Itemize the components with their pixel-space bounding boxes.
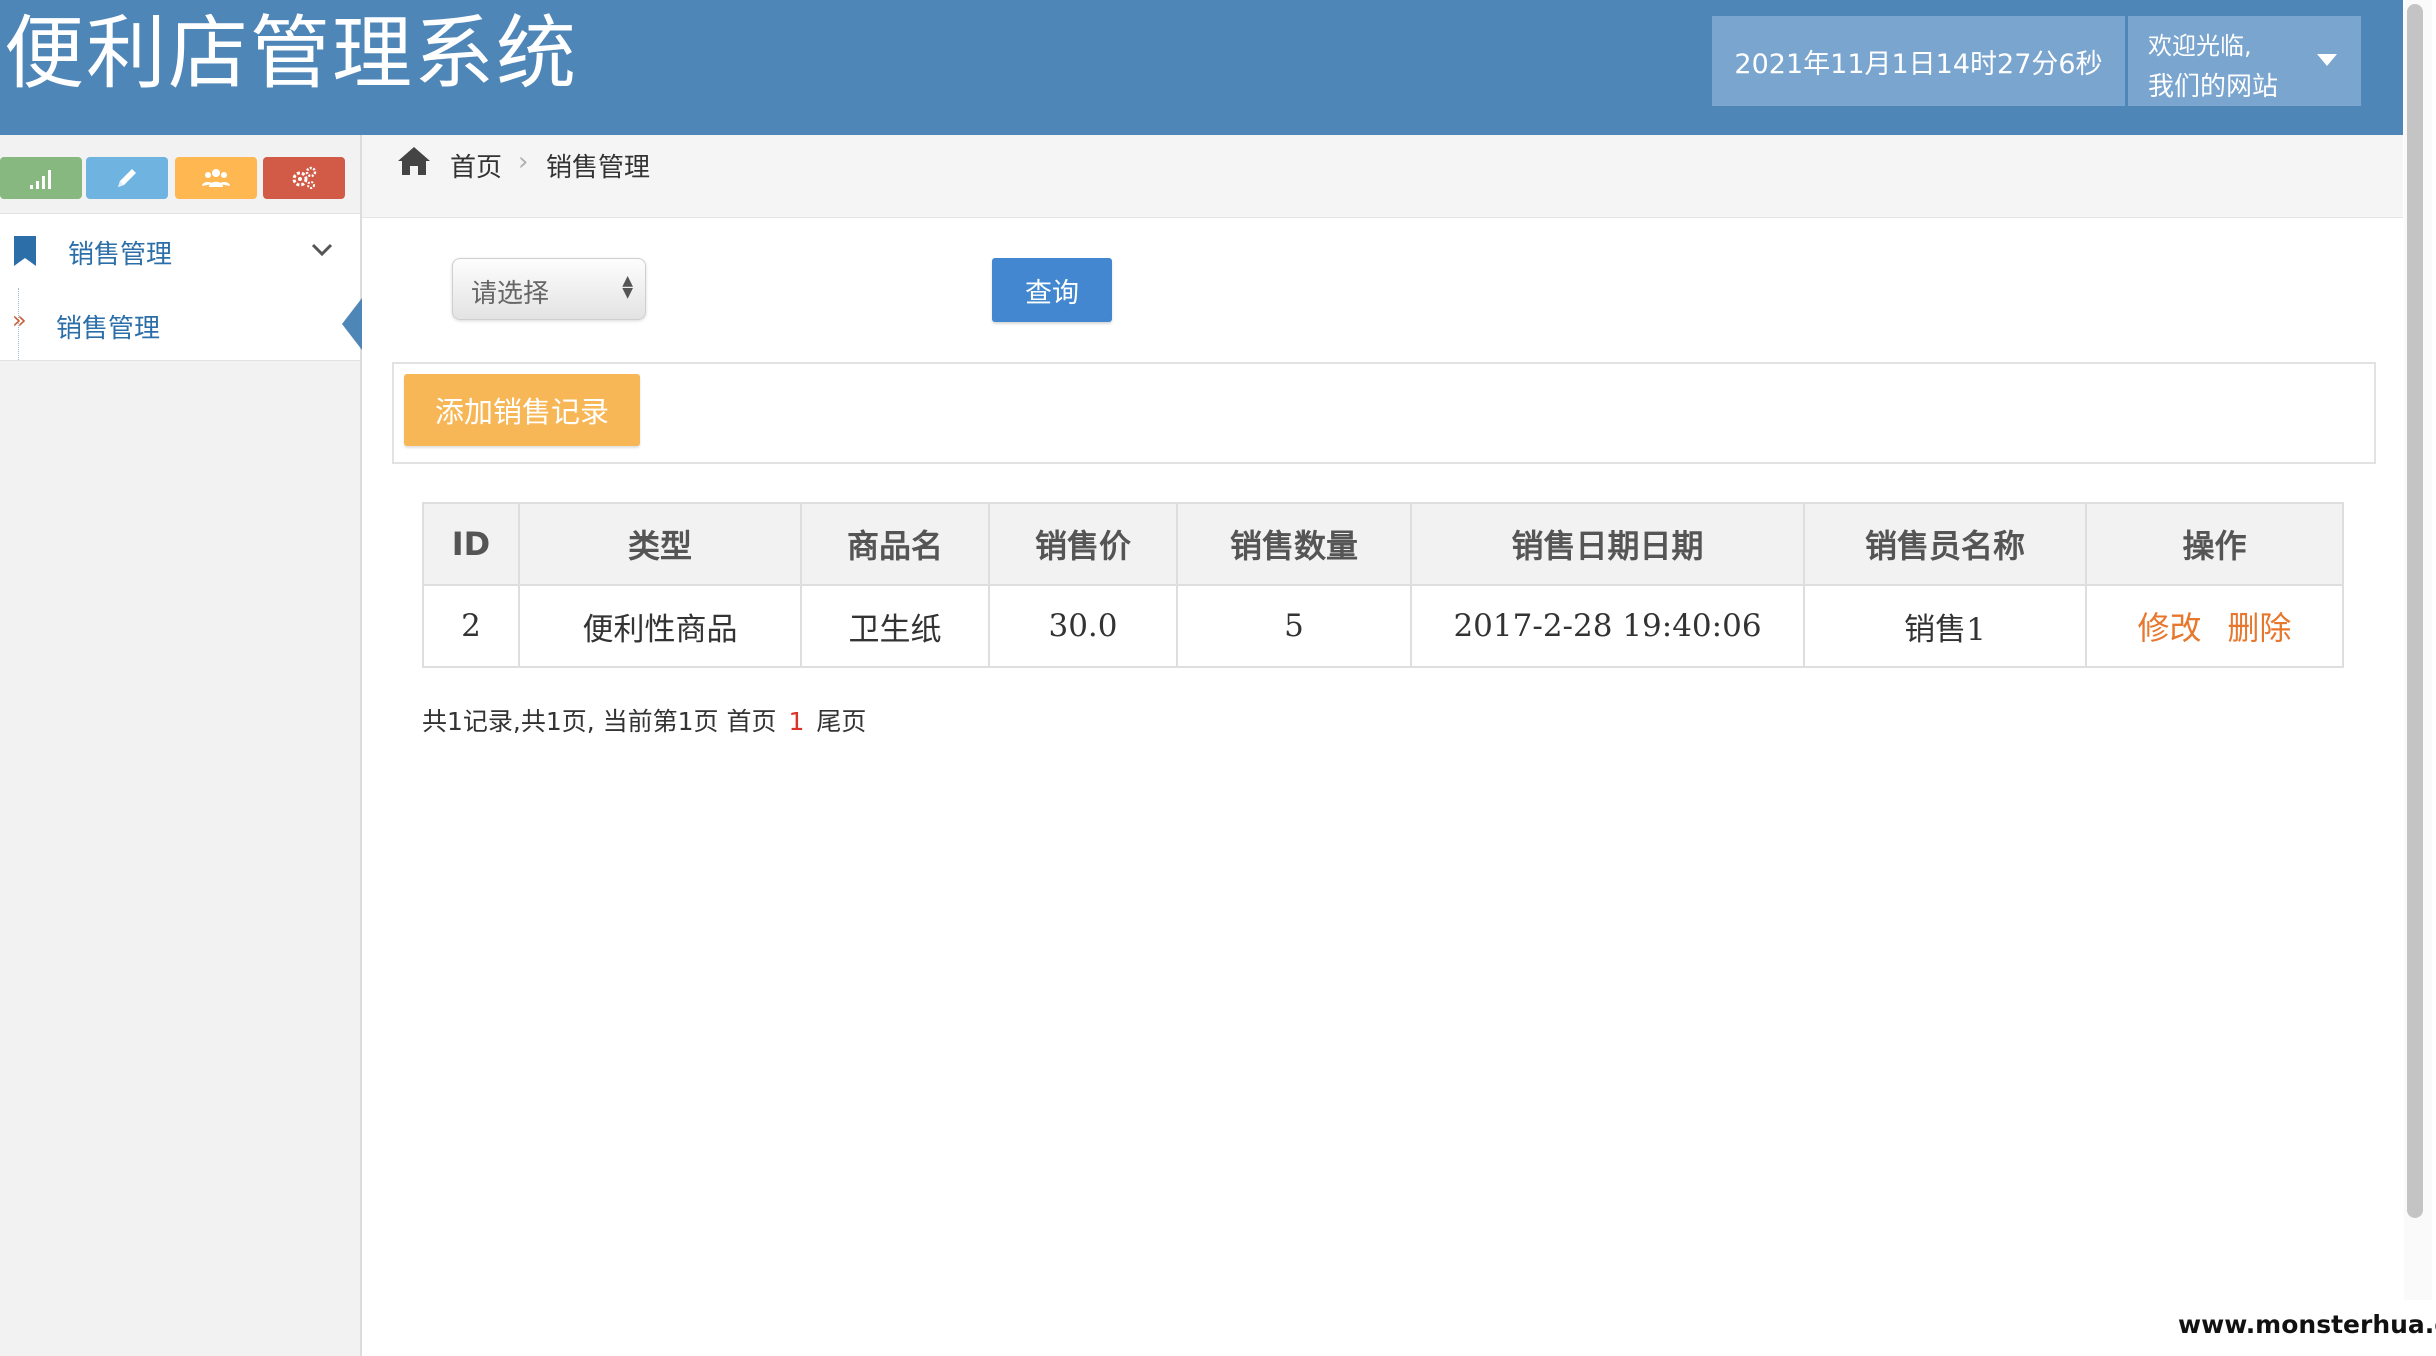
sidebar-subitem-label: 销售管理	[56, 314, 161, 344]
column-header: 销售数量	[1176, 502, 1412, 586]
breadcrumb: 首页 › 销售管理	[362, 135, 2403, 218]
breadcrumb-current: 销售管理	[546, 153, 651, 183]
table-row: 2 便利性商品 卫生纸 30.0 5 2017-2-28 19:40:06 销售…	[422, 584, 2344, 668]
column-header: ID	[422, 502, 520, 586]
cell-qty: 5	[1176, 584, 1412, 668]
cell-price: 30.0	[988, 584, 1178, 668]
sidebar-subitem-sales[interactable]: » 销售管理	[0, 288, 362, 361]
cell-actions: 修改 删除	[2085, 584, 2344, 668]
column-header: 销售价	[988, 502, 1178, 586]
site-name: 我们的网站	[2148, 72, 2279, 102]
column-header: 销售日期日期	[1410, 502, 1805, 586]
last-page-link[interactable]: 尾页	[816, 707, 866, 736]
cell-seller: 销售1	[1803, 584, 2087, 668]
sidebar: 销售管理 » 销售管理	[0, 135, 362, 1356]
table-header-row: ID 类型 商品名 销售价 销售数量 销售日期日期 销售员名称 操作	[422, 502, 2344, 586]
welcome-text: 欢迎光临,	[2148, 32, 2252, 60]
query-button[interactable]: 查询	[992, 258, 1112, 322]
user-menu[interactable]: 欢迎光临, 我们的网站	[2128, 16, 2361, 106]
cell-type: 便利性商品	[518, 584, 802, 668]
select-value: 请选择	[471, 279, 550, 309]
app-title: 便利店管理系统	[4, 7, 578, 100]
datetime-display: 2021年11月1日14时27分6秒	[1712, 16, 2125, 106]
select-arrows-icon: ▲ ▼	[622, 273, 633, 301]
top-header: 便利店管理系统 2021年11月1日14时27分6秒 欢迎光临, 我们的网站	[0, 0, 2403, 135]
toolbar-panel	[392, 362, 2376, 464]
type-select[interactable]: 请选择 ▲ ▼	[452, 258, 646, 320]
home-icon[interactable]	[396, 145, 432, 177]
active-indicator	[342, 298, 362, 350]
group-icon	[202, 169, 230, 187]
pagination: 共1记录,共1页, 当前第1页 首页 1 尾页	[422, 702, 866, 738]
column-header: 类型	[518, 502, 802, 586]
pencil-icon	[118, 169, 136, 187]
shortcut-users-button[interactable]	[175, 157, 257, 199]
add-sale-record-button[interactable]: 添加销售记录	[404, 374, 640, 446]
cogs-icon	[292, 166, 317, 189]
caret-down-icon	[2317, 54, 2337, 66]
chevron-down-icon	[311, 243, 333, 257]
breadcrumb-home-link[interactable]: 首页	[450, 147, 502, 184]
column-header: 销售员名称	[1803, 502, 2087, 586]
column-header: 操作	[2085, 502, 2344, 586]
sales-table: ID 类型 商品名 销售价 销售数量 销售日期日期 销售员名称 操作 2 便利性…	[422, 502, 2344, 668]
shortcut-stats-button[interactable]	[0, 157, 82, 199]
shortcut-settings-button[interactable]	[263, 157, 345, 199]
breadcrumb-separator: ›	[518, 147, 529, 177]
page-number-current[interactable]: 1	[788, 707, 804, 736]
column-header: 商品名	[800, 502, 990, 586]
delete-link[interactable]: 删除	[2227, 609, 2291, 647]
edit-link[interactable]: 修改	[2138, 609, 2202, 647]
scrollbar-thumb[interactable]	[2407, 4, 2423, 1218]
shortcut-edit-button[interactable]	[86, 157, 168, 199]
cell-date: 2017-2-28 19:40:06	[1410, 584, 1805, 668]
bookmark-icon	[14, 236, 36, 266]
sidebar-item-sales[interactable]: 销售管理	[0, 213, 360, 289]
cell-name: 卫生纸	[800, 584, 990, 668]
signal-icon	[30, 170, 51, 189]
sidebar-item-label: 销售管理	[68, 240, 173, 270]
watermark: www.monsterhua.com	[2178, 1310, 2436, 1339]
double-chevron-right-icon: »	[12, 306, 27, 334]
pagination-summary: 共1记录,共1页, 当前第1页 首页	[422, 707, 777, 736]
cell-id: 2	[422, 584, 520, 668]
